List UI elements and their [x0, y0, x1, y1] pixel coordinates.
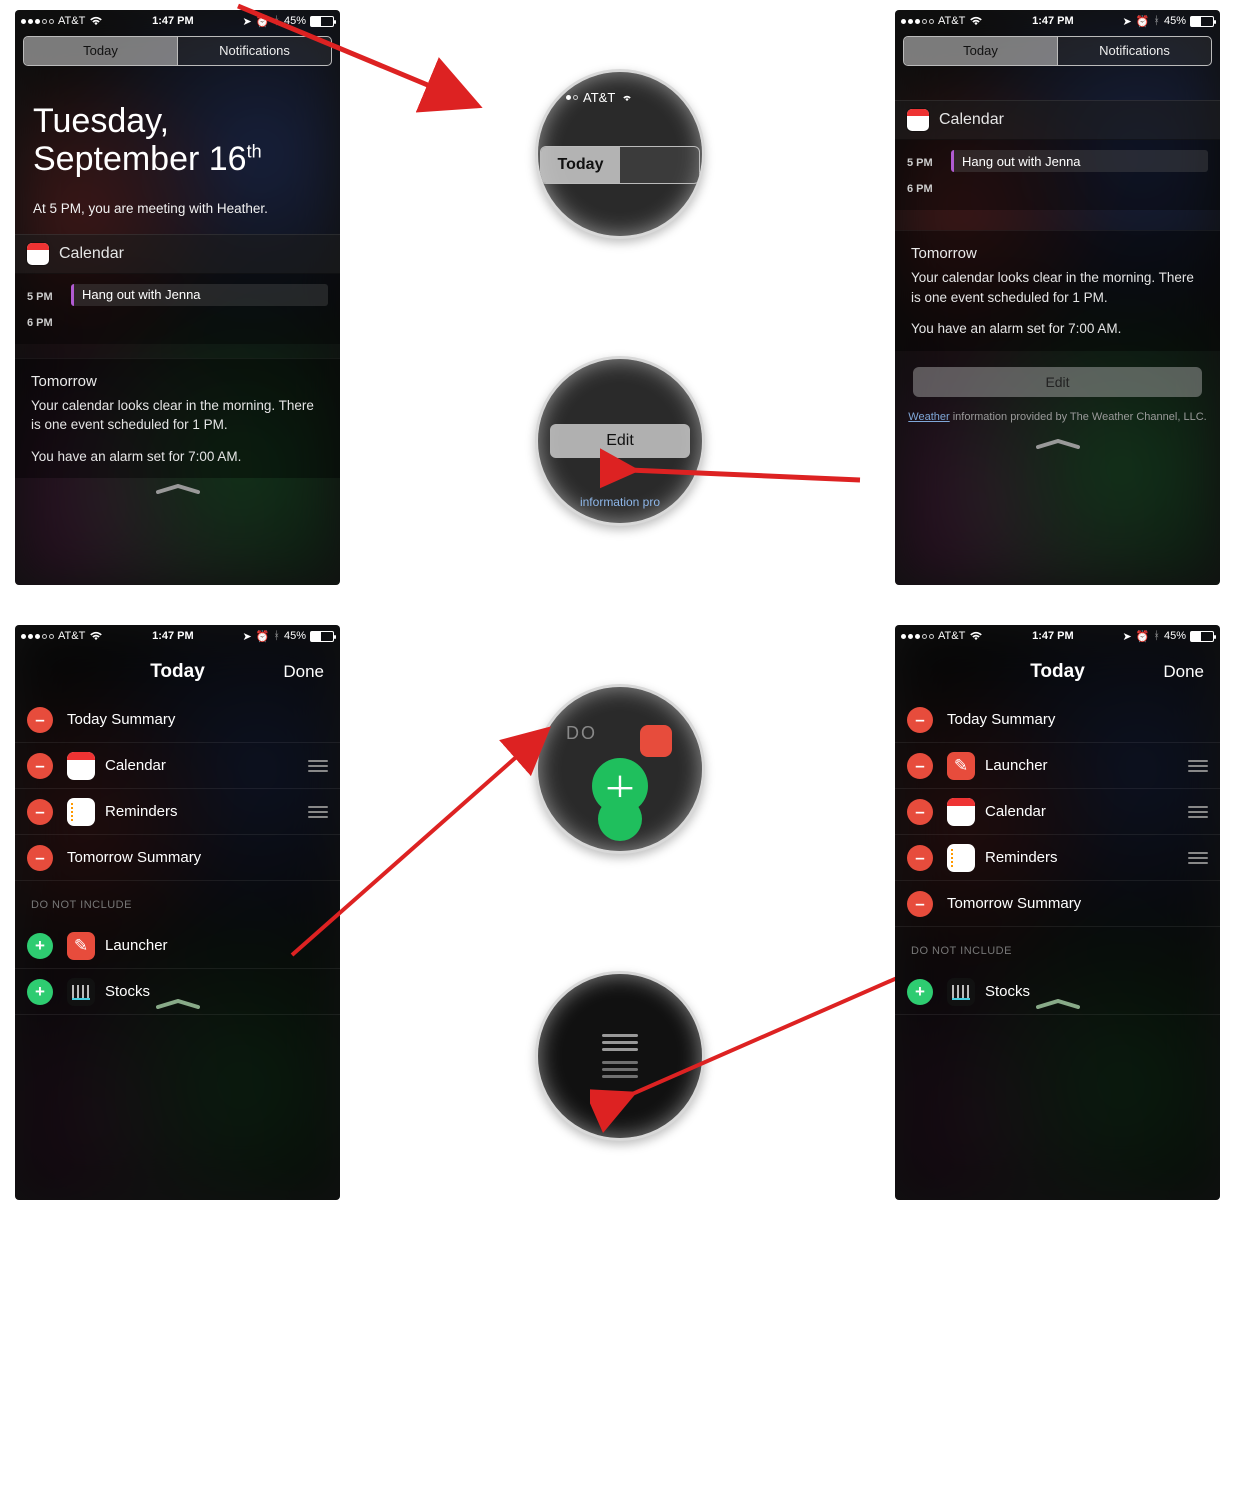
today-date: Tuesday, September 16th	[15, 66, 340, 189]
remove-widget-button[interactable]: –	[907, 707, 933, 733]
grabber-icon[interactable]	[1036, 439, 1080, 447]
calendar-event[interactable]: Hang out with Jenna	[71, 284, 328, 306]
tab-today[interactable]: Today	[904, 37, 1057, 65]
today-notifications-segmented[interactable]: Today Notifications	[23, 36, 332, 66]
location-icon: ➤	[242, 15, 251, 28]
widget-row[interactable]: – Reminders	[15, 789, 340, 835]
battery-icon	[310, 16, 334, 27]
nav-title: Today	[85, 661, 270, 683]
reminders-app-icon	[67, 798, 95, 826]
calendar-widget-header[interactable]: Calendar	[15, 234, 340, 274]
wifi-icon	[89, 16, 103, 26]
calendar-widget-body: 5 PM Hang out with Jenna 6 PM	[15, 274, 340, 344]
calendar-widget-header[interactable]: Calendar	[895, 100, 1220, 140]
carrier: AT&T	[58, 15, 85, 27]
launcher-app-icon	[67, 932, 95, 960]
tomorrow-header: Tomorrow	[895, 231, 1220, 268]
bluetooth-icon: ᚼ	[273, 15, 280, 27]
included-widgets-list: – Today Summary – Calendar – Reminders –…	[15, 697, 340, 881]
tab-notifications[interactable]: Notifications	[1057, 37, 1211, 65]
reorder-handle-icon[interactable]	[304, 760, 328, 772]
screenshot-edit-before: AT&T 1:47 PM ➤⏰ᚼ45% Today Done – Today S…	[15, 625, 340, 1200]
calendar-event[interactable]: Hang out with Jenna	[951, 150, 1208, 172]
widget-row[interactable]: – Tomorrow Summary	[895, 881, 1220, 927]
zoom-add-button: DO ＋	[535, 684, 705, 854]
done-button[interactable]: Done	[1150, 662, 1204, 682]
today-summary-text: At 5 PM, you are meeting with Heather.	[15, 189, 340, 234]
reorder-handle-icon[interactable]	[1184, 760, 1208, 772]
remove-widget-button[interactable]: –	[907, 799, 933, 825]
alarm-icon: ⏰	[256, 15, 270, 28]
widget-label: Calendar	[985, 803, 1184, 820]
tomorrow-alarm: You have an alarm set for 7:00 AM.	[15, 447, 340, 479]
grabber-icon[interactable]	[1036, 999, 1080, 1007]
widget-row[interactable]: – Today Summary	[895, 697, 1220, 743]
remove-widget-button[interactable]: –	[907, 891, 933, 917]
remove-widget-button[interactable]: –	[27, 845, 53, 871]
calendar-icon	[27, 243, 49, 265]
widget-label: Calendar	[105, 757, 304, 774]
reorder-handle-icon[interactable]	[1184, 806, 1208, 818]
tomorrow-body: Your calendar looks clear in the morning…	[15, 396, 340, 447]
calendar-app-icon	[67, 752, 95, 780]
widget-row[interactable]: – Calendar	[15, 743, 340, 789]
grabber-icon[interactable]	[156, 999, 200, 1007]
edit-button[interactable]: Edit	[913, 367, 1202, 397]
do-not-include-label: DO NOT INCLUDE	[895, 927, 1220, 963]
reorder-handle-icon[interactable]	[1184, 852, 1208, 864]
done-button[interactable]: Done	[270, 662, 324, 682]
widget-row[interactable]: + Launcher	[15, 923, 340, 969]
tab-today[interactable]: Today	[24, 37, 177, 65]
screenshot-edit-after: AT&T 1:47 PM ➤⏰ᚼ45% Today Done – Today S…	[895, 625, 1220, 1200]
remove-widget-button[interactable]: –	[907, 845, 933, 871]
widget-label: Launcher	[985, 757, 1184, 774]
widget-row[interactable]: – Launcher	[895, 743, 1220, 789]
widget-label: Reminders	[105, 803, 304, 820]
calendar-app-icon	[947, 798, 975, 826]
tomorrow-header: Tomorrow	[15, 359, 340, 396]
status-time: 1:47 PM	[103, 15, 242, 27]
screenshot-today-top: AT&T 1:47 PM ➤ ⏰ ᚼ 45% Today Notificatio…	[15, 10, 340, 585]
widget-row[interactable]: – Reminders	[895, 835, 1220, 881]
tab-notifications[interactable]: Notifications	[177, 37, 331, 65]
widget-label: Launcher	[105, 937, 328, 954]
widget-label: Reminders	[985, 849, 1184, 866]
zoom-today-tab: AT&T Today	[535, 69, 705, 239]
widget-row[interactable]: – Calendar	[895, 789, 1220, 835]
add-widget-button[interactable]: +	[27, 933, 53, 959]
calendar-icon	[907, 109, 929, 131]
widget-label: Tomorrow Summary	[947, 895, 1208, 912]
reminders-app-icon	[947, 844, 975, 872]
widget-row[interactable]: – Today Summary	[15, 697, 340, 743]
remove-widget-button[interactable]: –	[27, 707, 53, 733]
included-widgets-list: – Today Summary – Launcher – Calendar – …	[895, 697, 1220, 927]
widget-label: Today Summary	[947, 711, 1208, 728]
remove-widget-button[interactable]: –	[27, 799, 53, 825]
zoom-column-1: AT&T Today Edit information pro	[470, 10, 770, 585]
nav-title: Today	[965, 661, 1150, 683]
reorder-handle-icon[interactable]	[304, 806, 328, 818]
widget-label: Today Summary	[67, 711, 328, 728]
zoom-column-2: DO ＋	[470, 625, 770, 1200]
do-not-include-label: DO NOT INCLUDE	[15, 881, 340, 917]
launcher-app-icon	[947, 752, 975, 780]
zoom-reorder-handle	[535, 971, 705, 1141]
status-bar: AT&T 1:47 PM ➤ ⏰ ᚼ 45%	[15, 10, 340, 32]
grabber-icon[interactable]	[156, 484, 200, 492]
weather-attribution: Weather information provided by The Weat…	[895, 403, 1220, 433]
zoom-edit-button: Edit information pro	[535, 356, 705, 526]
signal-dots-icon	[21, 19, 54, 24]
battery-pct: 45%	[284, 15, 306, 27]
widget-label: Tomorrow Summary	[67, 849, 328, 866]
remove-widget-button[interactable]: –	[27, 753, 53, 779]
edit-nav: Today Done	[15, 647, 340, 691]
widget-row[interactable]: – Tomorrow Summary	[15, 835, 340, 881]
screenshot-today-edit: AT&T 1:47 PM ➤⏰ᚼ45% Today Notifications …	[895, 10, 1220, 585]
remove-widget-button[interactable]: –	[907, 753, 933, 779]
